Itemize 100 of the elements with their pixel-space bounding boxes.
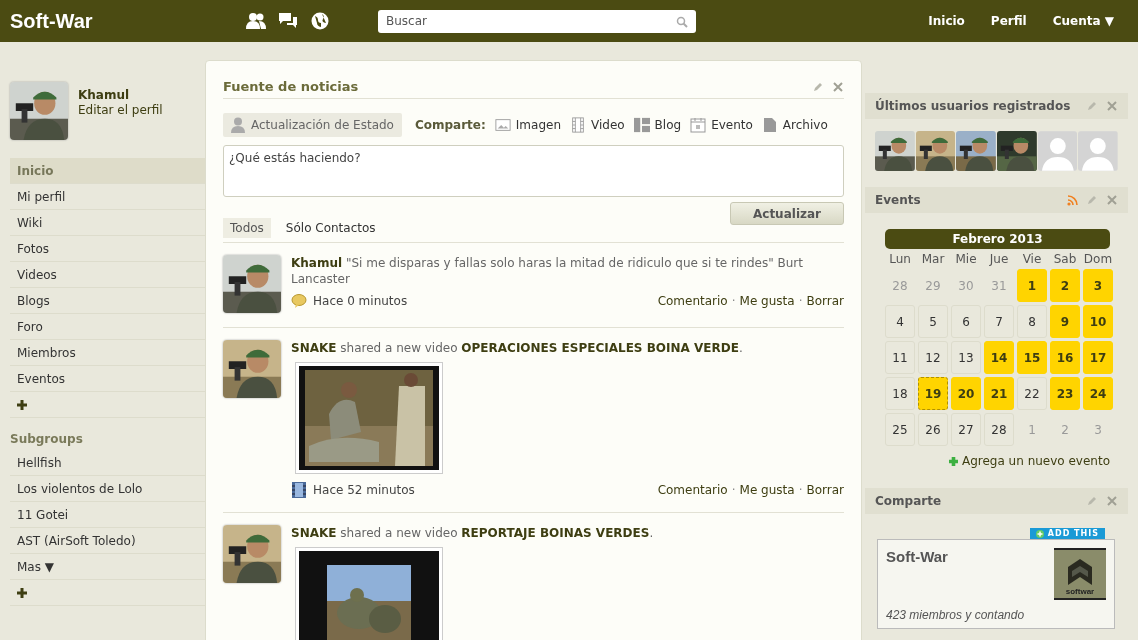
separator: ·: [798, 294, 803, 308]
weekday-label: Sab: [1052, 252, 1078, 266]
layout-icon: [633, 117, 650, 133]
film-icon: [570, 117, 586, 133]
panel-title: Events: [875, 193, 922, 207]
calendar-day[interactable]: 20: [951, 377, 981, 410]
separator: ·: [731, 294, 736, 308]
share-option[interactable]: Evento: [690, 117, 753, 133]
panel-title: Últimos usuarios registrados: [875, 99, 1072, 113]
weekday-label: Vie: [1021, 252, 1043, 266]
group-card[interactable]: Soft-War 423 miembros y contando softwar: [877, 539, 1115, 629]
add-icon: [948, 456, 958, 466]
calendar-day[interactable]: 25: [885, 413, 915, 446]
image-icon: [494, 117, 511, 133]
calendar-day[interactable]: 22: [1017, 377, 1047, 410]
close-icon[interactable]: [832, 80, 844, 93]
close-icon[interactable]: [1106, 194, 1118, 206]
status-input[interactable]: ¿Qué estás haciendo?: [223, 145, 844, 197]
search-field[interactable]: Buscar: [378, 9, 696, 33]
calendar-day[interactable]: 9: [1050, 305, 1080, 338]
post-action-link[interactable]: Me gusta: [739, 294, 795, 308]
calendar-day[interactable]: 1: [1017, 269, 1047, 302]
add-icon[interactable]: [17, 587, 27, 598]
nav-link[interactable]: Cuenta ▼: [1052, 14, 1114, 28]
weekday-label: Mar: [920, 252, 946, 266]
nav-link[interactable]: Inicio: [928, 14, 965, 28]
group-name: Soft-War: [886, 548, 949, 565]
separator: ·: [731, 483, 736, 497]
calendar-day[interactable]: 17: [1083, 341, 1113, 374]
panel-title: Comparte: [875, 494, 943, 508]
share-option[interactable]: Archivo: [761, 117, 828, 133]
calendar-day[interactable]: 6: [951, 305, 981, 338]
post-action-link[interactable]: Comentario: [657, 294, 728, 308]
status-tab[interactable]: Actualización de Estado: [223, 113, 402, 137]
section-heading: Subgroups: [10, 432, 84, 446]
share-label: Comparte:: [414, 118, 486, 132]
post-action-link[interactable]: Borrar: [806, 294, 844, 308]
document-icon: [761, 117, 778, 133]
post-action-link[interactable]: Comentario: [657, 483, 728, 497]
update-button[interactable]: Actualizar: [730, 202, 844, 225]
weekday-label: Lun: [888, 252, 912, 266]
edit-icon[interactable]: [812, 80, 824, 93]
people-icon[interactable]: [246, 12, 266, 30]
separator: ·: [798, 483, 803, 497]
default-avatar-icon[interactable]: [1078, 131, 1119, 171]
share-option[interactable]: Imagen: [494, 117, 561, 133]
default-avatar-icon[interactable]: [1037, 131, 1078, 171]
share-option[interactable]: Video: [570, 117, 625, 133]
calendar-day[interactable]: 24: [1083, 377, 1113, 410]
calendar-day[interactable]: 19: [918, 377, 948, 410]
calendar-day[interactable]: 12: [918, 341, 948, 374]
site-logo[interactable]: Soft-War: [10, 9, 246, 33]
calendar-day[interactable]: 13: [951, 341, 981, 374]
edit-profile-link[interactable]: Editar el perfil: [78, 103, 163, 117]
user-name[interactable]: Khamul: [78, 88, 163, 102]
post-text: SNAKE shared a new video REPORTAJE BOINAS VERDES.: [291, 525, 655, 541]
calendar-day[interactable]: 28: [984, 413, 1014, 446]
chevron-icon: [1065, 557, 1095, 587]
calendar-day[interactable]: 10: [1083, 305, 1113, 338]
add-icon[interactable]: [17, 399, 27, 410]
person-icon: [231, 117, 245, 133]
weekday-label: Jue: [988, 252, 1010, 266]
post-action-link[interactable]: Borrar: [806, 483, 844, 497]
post-action-link[interactable]: Me gusta: [739, 483, 795, 497]
calendar-day[interactable]: 23: [1050, 377, 1080, 410]
close-icon[interactable]: [1106, 100, 1118, 112]
calendar-day[interactable]: 8: [1017, 305, 1047, 338]
calendar-day[interactable]: 3: [1083, 269, 1113, 302]
calendar-day[interactable]: 4: [885, 305, 915, 338]
chat-icon[interactable]: [278, 12, 298, 30]
calendar-day[interactable]: 14: [984, 341, 1014, 374]
panel-title: Fuente de noticias: [223, 79, 360, 94]
nav-link[interactable]: Perfil: [990, 14, 1027, 28]
weekday-label: Dom: [1083, 252, 1113, 266]
group-logo: softwar: [1054, 548, 1106, 600]
add-icon: [1035, 529, 1044, 538]
calendar-icon: [690, 117, 707, 133]
search-icon[interactable]: [676, 15, 688, 28]
edit-icon[interactable]: [1086, 100, 1098, 112]
filter-tab[interactable]: Sólo Contactos: [278, 218, 383, 238]
add-event-link[interactable]: Agrega un nuevo evento: [961, 454, 1110, 468]
share-option[interactable]: Blog: [633, 117, 682, 133]
close-icon[interactable]: [1106, 495, 1118, 507]
edit-icon[interactable]: [1086, 194, 1098, 206]
filter-tab[interactable]: Todos: [223, 218, 271, 238]
calendar-day[interactable]: 7: [984, 305, 1014, 338]
calendar-day[interactable]: 11: [885, 341, 915, 374]
calendar-day[interactable]: 2: [1050, 269, 1080, 302]
calendar-day[interactable]: 27: [951, 413, 981, 446]
calendar-month: Febrero 2013: [885, 229, 1110, 249]
calendar-day[interactable]: 21: [984, 377, 1014, 410]
globe-icon[interactable]: [310, 12, 330, 30]
calendar-day[interactable]: 16: [1050, 341, 1080, 374]
calendar-day[interactable]: 26: [918, 413, 948, 446]
rss-icon[interactable]: [1067, 194, 1078, 206]
calendar-day[interactable]: 15: [1017, 341, 1047, 374]
calendar-day[interactable]: 5: [918, 305, 948, 338]
post-time: Hace 0 minutos: [313, 294, 408, 308]
edit-icon[interactable]: [1086, 495, 1098, 507]
calendar-day[interactable]: 18: [885, 377, 915, 410]
